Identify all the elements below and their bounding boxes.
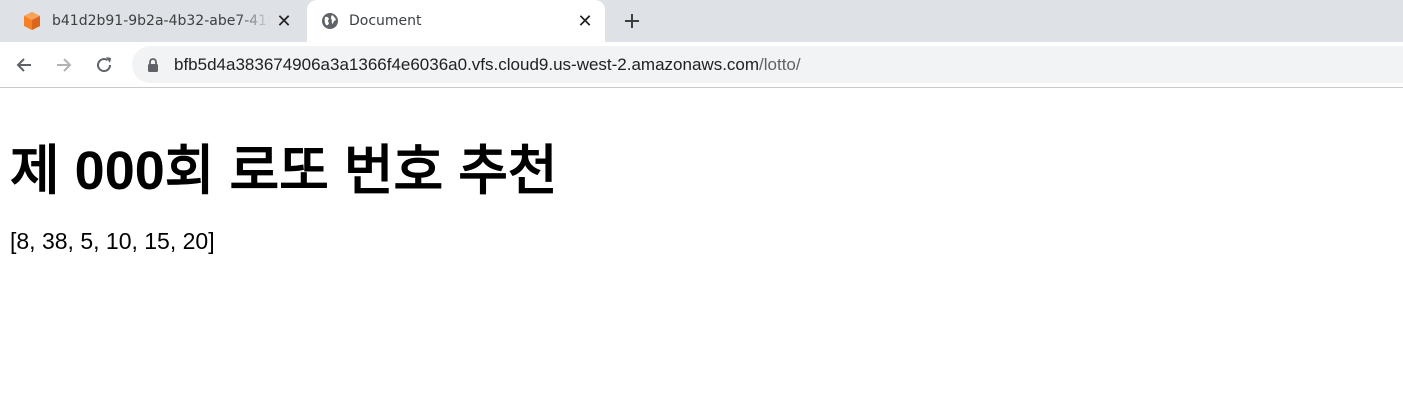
arrow-left-icon (16, 58, 31, 72)
url-path: /lotto/ (759, 54, 801, 74)
url-text[interactable]: bfb5d4a383674906a3a1366f4e6036a0.vfs.clo… (174, 55, 801, 75)
tab-title: b41d2b91-9b2a-4b32-abe7-415 (52, 13, 270, 29)
tab-cloud9[interactable]: b41d2b91-9b2a-4b32-abe7-415 ✕ (8, 0, 304, 42)
tab-strip: b41d2b91-9b2a-4b32-abe7-415 ✕ Document ✕ (0, 0, 1403, 42)
tab-title: Document (349, 13, 422, 29)
forward-button[interactable] (49, 50, 79, 80)
reload-button[interactable] (89, 50, 119, 80)
address-bar[interactable]: bfb5d4a383674906a3a1366f4e6036a0.vfs.clo… (132, 46, 1403, 83)
lotto-numbers: [8, 38, 5, 10, 15, 20] (10, 228, 215, 254)
plus-icon (625, 14, 639, 28)
url-host: bfb5d4a383674906a3a1366f4e6036a0.vfs.clo… (174, 54, 760, 74)
back-button[interactable] (9, 50, 39, 80)
new-tab-button[interactable] (617, 7, 647, 35)
globe-icon (321, 12, 339, 30)
close-icon[interactable]: ✕ (571, 7, 599, 35)
browser-toolbar: bfb5d4a383674906a3a1366f4e6036a0.vfs.clo… (0, 42, 1403, 88)
close-icon[interactable]: ✕ (270, 7, 298, 35)
lock-icon (147, 57, 161, 72)
cube-icon (22, 11, 42, 31)
tab-document[interactable]: Document ✕ (307, 0, 605, 42)
arrow-right-icon (57, 58, 72, 72)
page-title: 제 000회 로또 번호 추천 (10, 141, 558, 201)
reload-icon (97, 57, 112, 73)
